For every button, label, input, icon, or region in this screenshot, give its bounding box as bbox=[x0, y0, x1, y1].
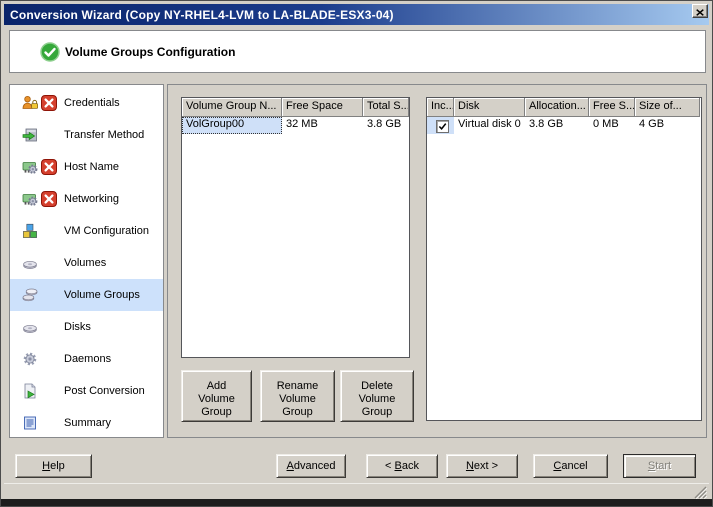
script-run-icon bbox=[22, 383, 38, 399]
sidebar-item-daemons[interactable]: Daemons bbox=[10, 343, 163, 375]
error-badge-icon bbox=[41, 191, 57, 207]
start-button: Start bbox=[623, 454, 696, 478]
vm-cubes-icon bbox=[22, 223, 38, 239]
green-check-icon bbox=[40, 42, 60, 62]
sidebar-item-label: Networking bbox=[64, 183, 119, 215]
table-row-volgroup00[interactable]: VolGroup00 32 MB 3.8 GB bbox=[182, 117, 409, 134]
back-button[interactable]: < Back bbox=[366, 454, 438, 478]
column-header-volume-group-name[interactable]: Volume Group N... bbox=[182, 98, 282, 117]
volume-group-total-size-cell: 3.8 GB bbox=[363, 117, 409, 134]
content-panel: Volume Group N... Free Space Total S... … bbox=[167, 84, 707, 438]
next-button[interactable]: Next > bbox=[446, 454, 518, 478]
disk-free-cell: 0 MB bbox=[589, 117, 635, 134]
transfer-icon bbox=[22, 127, 38, 143]
sidebar-item-label: Disks bbox=[64, 311, 91, 343]
sidebar-item-transfer-method[interactable]: Transfer Method bbox=[10, 119, 163, 151]
sidebar-item-volumes[interactable]: Volumes bbox=[10, 247, 163, 279]
sidebar-item-label: Summary bbox=[64, 407, 111, 439]
close-button[interactable] bbox=[692, 4, 708, 18]
sidebar-item-credentials[interactable]: Credentials bbox=[10, 87, 163, 119]
column-header-free-space[interactable]: Free Space bbox=[282, 98, 363, 117]
column-header-include[interactable]: Inc... bbox=[427, 98, 454, 117]
add-volume-group-button[interactable]: Add Volume Group bbox=[181, 370, 252, 422]
volume-group-name-cell[interactable]: VolGroup00 bbox=[182, 117, 282, 134]
disk-name-cell: Virtual disk 0 bbox=[454, 117, 525, 134]
sidebar-item-label: Post Conversion bbox=[64, 375, 145, 407]
summary-doc-icon bbox=[22, 415, 38, 431]
gear-icon bbox=[22, 351, 38, 367]
disks-table-header: Inc... Disk Allocation... Free S... Size… bbox=[427, 98, 701, 117]
sidebar-item-volume-groups[interactable]: Volume Groups bbox=[10, 279, 163, 311]
frame-divider bbox=[4, 483, 709, 484]
include-disk-checkbox[interactable] bbox=[436, 120, 449, 133]
column-header-allocation[interactable]: Allocation... bbox=[525, 98, 589, 117]
sidebar-item-post-conversion[interactable]: Post Conversion bbox=[10, 375, 163, 407]
disk-allocation-cell: 3.8 GB bbox=[525, 117, 589, 134]
network-card-icon bbox=[22, 159, 38, 175]
window-title: Conversion Wizard (Copy NY-RHEL4-LVM to … bbox=[10, 8, 394, 22]
column-header-free-space[interactable]: Free S... bbox=[589, 98, 635, 117]
volume-groups-table-header: Volume Group N... Free Space Total S... bbox=[182, 98, 409, 117]
sidebar-item-label: Transfer Method bbox=[64, 119, 144, 151]
help-button[interactable]: Help bbox=[15, 454, 92, 478]
wizard-steps-sidebar: Credentials Transfer Method bbox=[9, 84, 164, 438]
disk-stack-icon bbox=[22, 287, 38, 303]
disks-table: Inc... Disk Allocation... Free S... Size… bbox=[426, 97, 702, 421]
column-header-total-size[interactable]: Total S... bbox=[363, 98, 409, 117]
error-badge-icon bbox=[41, 159, 57, 175]
sidebar-item-label: Volume Groups bbox=[64, 279, 140, 311]
rename-volume-group-button[interactable]: Rename Volume Group bbox=[260, 370, 335, 422]
titlebar: Conversion Wizard (Copy NY-RHEL4-LVM to … bbox=[4, 4, 709, 25]
sidebar-item-label: Volumes bbox=[64, 247, 106, 279]
window-bottom-edge bbox=[1, 499, 712, 506]
conversion-wizard-window: Conversion Wizard (Copy NY-RHEL4-LVM to … bbox=[0, 0, 713, 507]
sidebar-item-disks[interactable]: Disks bbox=[10, 311, 163, 343]
disk-icon bbox=[22, 255, 38, 271]
sidebar-item-label: Daemons bbox=[64, 343, 111, 375]
advanced-button[interactable]: Advanced bbox=[276, 454, 346, 478]
page-header: Volume Groups Configuration bbox=[9, 30, 706, 73]
sidebar-item-networking[interactable]: Networking bbox=[10, 183, 163, 215]
close-icon bbox=[696, 4, 704, 19]
delete-volume-group-button[interactable]: Delete Volume Group bbox=[340, 370, 414, 422]
sidebar-item-summary[interactable]: Summary bbox=[10, 407, 163, 439]
include-disk-cell bbox=[427, 117, 454, 134]
resize-grip[interactable] bbox=[693, 485, 707, 499]
sidebar-item-label: VM Configuration bbox=[64, 215, 149, 247]
table-row-virtual-disk-0[interactable]: Virtual disk 0 3.8 GB 0 MB 4 GB bbox=[427, 117, 701, 134]
sidebar-item-host-name[interactable]: Host Name bbox=[10, 151, 163, 183]
sidebar-item-label: Credentials bbox=[64, 87, 120, 119]
column-header-disk[interactable]: Disk bbox=[454, 98, 525, 117]
network-card-icon bbox=[22, 191, 38, 207]
sidebar-item-vm-configuration[interactable]: VM Configuration bbox=[10, 215, 163, 247]
error-badge-icon bbox=[41, 95, 57, 111]
column-header-size[interactable]: Size of... bbox=[635, 98, 700, 117]
cancel-button[interactable]: Cancel bbox=[533, 454, 608, 478]
disk-icon bbox=[22, 319, 38, 335]
sidebar-item-label: Host Name bbox=[64, 151, 119, 183]
volume-groups-table: Volume Group N... Free Space Total S... … bbox=[181, 97, 410, 358]
disk-size-cell: 4 GB bbox=[635, 117, 700, 134]
volume-group-free-space-cell: 32 MB bbox=[282, 117, 363, 134]
user-lock-icon bbox=[22, 95, 38, 111]
page-title: Volume Groups Configuration bbox=[65, 31, 235, 74]
